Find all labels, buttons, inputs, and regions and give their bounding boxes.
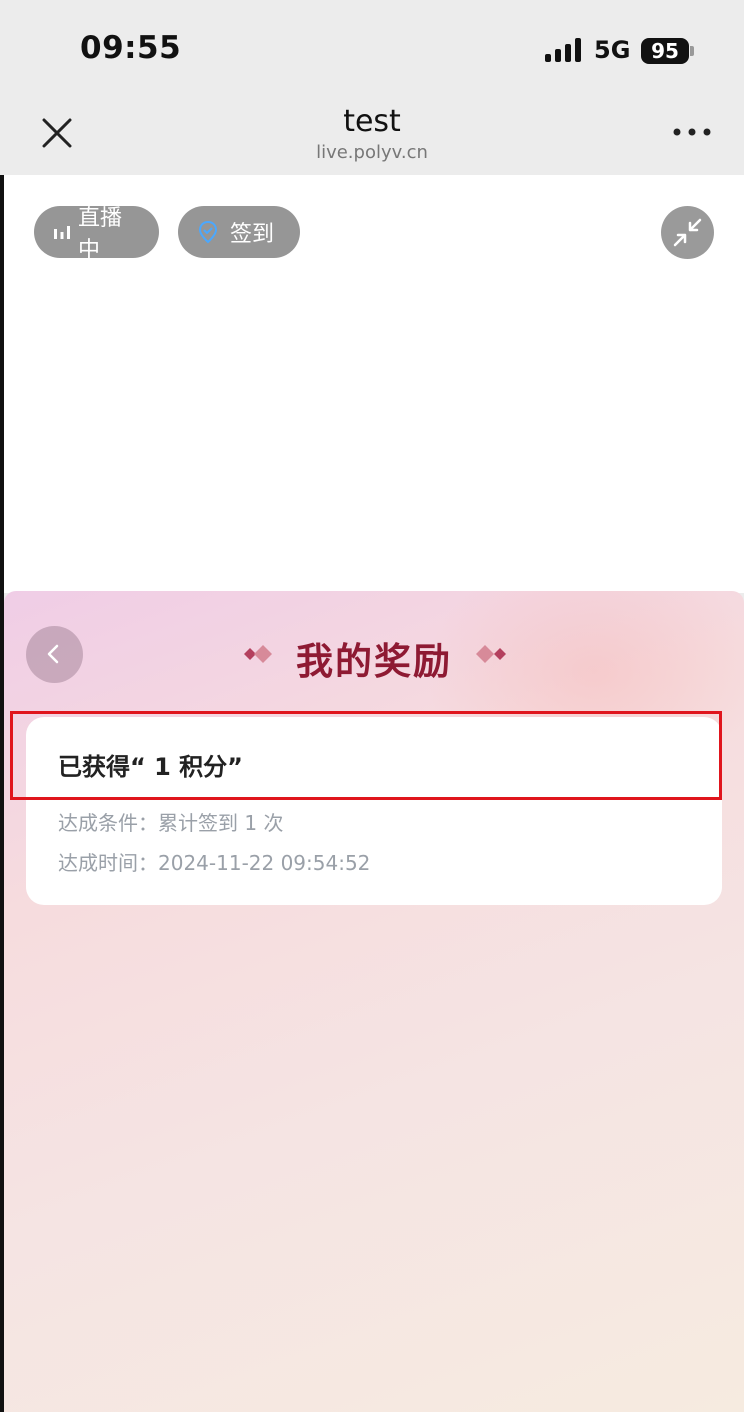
diamond-right-icon [476,645,506,663]
page-domain: live.polyv.cn [316,142,428,163]
checkin-button[interactable]: 签到 [178,206,300,258]
reward-card: 已获得“ 1 积分” 达成条件：累计签到 1 次 达成时间：2024-11-22… [26,717,722,905]
browser-nav-bar: test live.polyv.cn [0,100,744,175]
collapse-arrows-icon [673,218,702,247]
video-player[interactable]: 直播中 签到 [4,175,744,593]
page-title: test [343,104,401,139]
reward-heading: 已获得“ 1 积分” [58,753,243,781]
reward-condition: 达成条件：累计签到 1 次 [58,811,284,835]
status-bar: 09:55 5G 95 [0,0,744,100]
more-options-icon[interactable] [670,120,714,144]
network-label: 5G [594,36,631,64]
signal-icon [545,38,581,62]
checkin-label: 签到 [230,222,275,247]
reward-time: 达成时间：2024-11-22 09:54:52 [58,851,371,875]
live-status-label: 直播中 [78,206,123,263]
live-status-badge: 直播中 [34,206,159,263]
rewards-panel: 我的奖励 已获得“ 1 积分” 达成条件：累计签到 1 次 达成时间：2024-… [4,591,744,1412]
live-bars-icon [54,226,70,239]
status-time: 09:55 [80,30,182,66]
battery-indicator: 95 [641,38,689,64]
minimize-button[interactable] [661,206,714,259]
checkin-location-icon [198,220,218,244]
rewards-title: 我的奖励 [296,640,452,683]
battery-tip [690,46,694,56]
